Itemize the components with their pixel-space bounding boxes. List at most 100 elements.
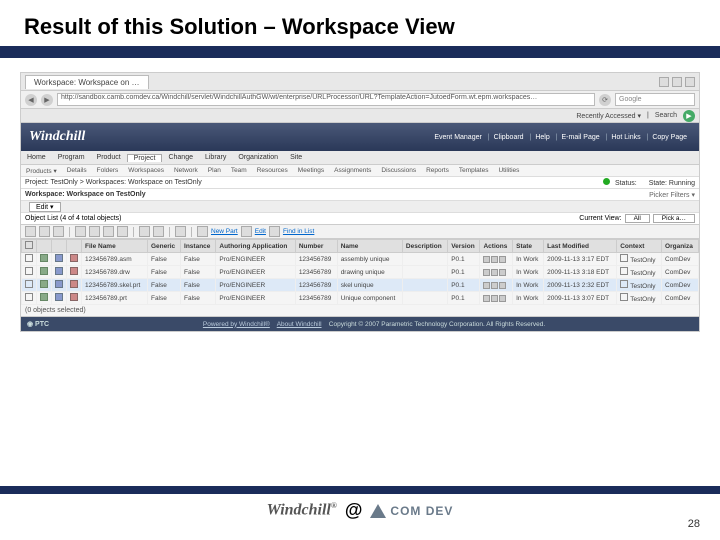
tool-icon[interactable] — [153, 226, 164, 237]
action-icon[interactable] — [483, 269, 490, 276]
row-checkbox[interactable] — [25, 254, 33, 262]
action-icon[interactable] — [491, 269, 498, 276]
recently-accessed-link[interactable]: Recently Accessed ▾ — [576, 112, 641, 120]
subtab-details[interactable]: Details — [62, 167, 92, 174]
forward-icon[interactable]: ▶ — [41, 94, 53, 106]
tab-program[interactable]: Program — [52, 154, 91, 161]
picker-filters-dropdown[interactable]: Picker Filters ▾ — [649, 191, 695, 199]
link-hot-links[interactable]: Hot Links — [611, 134, 648, 141]
tool-icon[interactable] — [25, 226, 36, 237]
action-icon[interactable] — [499, 295, 506, 302]
col-context[interactable]: Context — [617, 240, 662, 253]
action-icon[interactable] — [499, 282, 506, 289]
link-copy-page[interactable]: Copy Page — [652, 134, 691, 141]
action-icon[interactable] — [491, 256, 498, 263]
tool-icon[interactable] — [39, 226, 50, 237]
col-description[interactable]: Description — [402, 240, 447, 253]
row-checkbox[interactable] — [25, 267, 33, 275]
table-row[interactable]: 123456789.drwFalseFalsePro/ENGINEER12345… — [22, 266, 699, 279]
tab-change[interactable]: Change — [162, 154, 199, 161]
edit-icon[interactable] — [241, 226, 252, 237]
new-part-link[interactable]: New Part — [211, 228, 238, 235]
tab-site[interactable]: Site — [284, 154, 308, 161]
search-link[interactable]: Search — [655, 112, 677, 119]
subtab-meetings[interactable]: Meetings — [293, 167, 329, 174]
subtab-assignments[interactable]: Assignments — [329, 167, 376, 174]
row-checkbox[interactable] — [25, 280, 33, 288]
action-icon[interactable] — [491, 282, 498, 289]
subtab-workspaces[interactable]: Workspaces — [123, 167, 169, 174]
tab-library[interactable]: Library — [199, 154, 232, 161]
subtab-resources[interactable]: Resources — [252, 167, 293, 174]
tab-home[interactable]: Home — [21, 154, 52, 161]
find-in-list-link[interactable]: Find in List — [283, 228, 314, 235]
subtab-network[interactable]: Network — [169, 167, 203, 174]
workspace-row: Workspace: Workspace on TestOnly Picker … — [21, 189, 699, 201]
row-checkbox[interactable] — [25, 293, 33, 301]
subtab-products[interactable]: Products ▾ — [21, 167, 62, 175]
col-name[interactable]: Name — [337, 240, 402, 253]
action-icon[interactable] — [483, 256, 490, 263]
col-organization[interactable]: Organiza — [662, 240, 699, 253]
select-all-checkbox[interactable] — [25, 241, 33, 249]
table-row[interactable]: 123456789.asmFalseFalsePro/ENGINEER12345… — [22, 253, 699, 266]
col-actions[interactable]: Actions — [480, 240, 513, 253]
new-part-icon[interactable] — [197, 226, 208, 237]
minimize-icon[interactable] — [659, 77, 669, 87]
powered-by-link[interactable]: Powered by Windchill® — [203, 321, 270, 328]
col-last-modified[interactable]: Last Modified — [544, 240, 617, 253]
find-icon[interactable] — [269, 226, 280, 237]
edit-dropdown[interactable]: Edit ▾ — [29, 202, 61, 212]
link-email-page[interactable]: E-mail Page — [562, 134, 608, 141]
edit-link[interactable]: Edit — [255, 228, 266, 235]
col-authoring-app[interactable]: Authoring Application — [216, 240, 295, 253]
tool-icon[interactable] — [139, 226, 150, 237]
tab-product[interactable]: Product — [91, 154, 127, 161]
pick-select[interactable]: Pick a… — [653, 214, 695, 223]
reload-icon[interactable]: ⟳ — [599, 94, 611, 106]
subtab-discussions[interactable]: Discussions — [376, 167, 421, 174]
tool-icon[interactable] — [175, 226, 186, 237]
subtab-plan[interactable]: Plan — [203, 167, 226, 174]
about-link[interactable]: About Windchill — [277, 321, 322, 328]
col-generic[interactable]: Generic — [147, 240, 180, 253]
link-event-manager[interactable]: Event Manager — [434, 134, 489, 141]
action-icon[interactable] — [491, 295, 498, 302]
action-icon[interactable] — [499, 269, 506, 276]
table-row[interactable]: 123456789.prtFalseFalsePro/ENGINEER12345… — [22, 292, 699, 305]
tool-icon[interactable] — [103, 226, 114, 237]
tool-icon[interactable] — [53, 226, 64, 237]
action-icon[interactable] — [499, 256, 506, 263]
current-view-select[interactable]: All — [625, 214, 650, 223]
col-state[interactable]: State — [513, 240, 544, 253]
subtab-utilities[interactable]: Utilities — [493, 167, 524, 174]
tool-icon[interactable] — [75, 226, 86, 237]
close-icon[interactable] — [685, 77, 695, 87]
go-icon[interactable]: ▶ — [683, 110, 695, 122]
subtab-templates[interactable]: Templates — [454, 167, 494, 174]
search-box[interactable]: Google — [615, 93, 695, 106]
action-icon[interactable] — [483, 295, 490, 302]
col-file-name[interactable]: File Name — [82, 240, 148, 253]
col-version[interactable]: Version — [448, 240, 480, 253]
col-number[interactable]: Number — [295, 240, 337, 253]
subtab-reports[interactable]: Reports — [421, 167, 454, 174]
back-icon[interactable]: ◀ — [25, 94, 37, 106]
tool-icon[interactable] — [117, 226, 128, 237]
url-input[interactable]: http://sandbox.camb.comdev.ca/Windchill/… — [57, 93, 595, 106]
tab-project[interactable]: Project — [127, 154, 163, 162]
browser-tab[interactable]: Workspace: Workspace on … — [25, 75, 149, 89]
cell-context: TestOnly — [617, 292, 662, 305]
cell-file-name: 123456789.asm — [82, 253, 148, 266]
subtab-team[interactable]: Team — [226, 167, 252, 174]
link-clipboard[interactable]: Clipboard — [494, 134, 532, 141]
cell-instance: False — [181, 292, 216, 305]
tab-organization[interactable]: Organization — [232, 154, 284, 161]
action-icon[interactable] — [483, 282, 490, 289]
table-row[interactable]: 123456789.skel.prtFalseFalsePro/ENGINEER… — [22, 279, 699, 292]
subtab-folders[interactable]: Folders — [92, 167, 124, 174]
col-instance[interactable]: Instance — [181, 240, 216, 253]
link-help[interactable]: Help — [535, 134, 557, 141]
maximize-icon[interactable] — [672, 77, 682, 87]
tool-icon[interactable] — [89, 226, 100, 237]
